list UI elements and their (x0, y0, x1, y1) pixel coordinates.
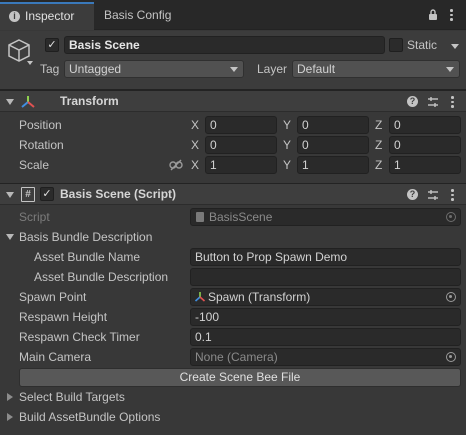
tag-dropdown[interactable]: Untagged (64, 60, 244, 78)
cube-dropdown-icon[interactable] (27, 61, 33, 65)
spawn-point-label: Spawn Point (19, 290, 87, 304)
script-enabled-checkbox[interactable]: ✓ (40, 187, 54, 201)
static-label: Static (407, 38, 438, 52)
transform-header[interactable]: Transform ? (0, 90, 466, 112)
foldout-closed-icon[interactable] (7, 413, 13, 421)
rotation-label: Rotation (19, 138, 64, 152)
script-component-header[interactable]: # ✓ Basis Scene (Script) ? (0, 183, 466, 205)
bundle-description-foldout[interactable]: Basis Bundle Description (19, 227, 152, 247)
select-build-targets-foldout[interactable]: Select Build Targets (19, 387, 125, 407)
script-component-title: Basis Scene (Script) (60, 187, 177, 201)
help-icon[interactable]: ? (407, 96, 418, 107)
component-menu-icon[interactable] (450, 96, 454, 108)
spawn-point-value: Spawn (Transform) (208, 290, 311, 304)
position-label: Position (19, 118, 62, 132)
scale-z-field[interactable]: 1 (389, 156, 461, 174)
layer-value: Default (297, 62, 336, 76)
respawn-check-timer-label: Respawn Check Timer (19, 330, 140, 344)
axis-y-label[interactable]: Y (283, 135, 291, 155)
layer-label: Layer (257, 62, 288, 76)
foldout-closed-icon[interactable] (7, 393, 13, 401)
gameobject-active-checkbox[interactable]: ✓ (45, 38, 59, 52)
axis-z-label[interactable]: Z (375, 155, 382, 175)
tag-label: Tag (40, 62, 60, 76)
asset-bundle-name-field[interactable]: Button to Prop Spawn Demo (190, 248, 461, 266)
position-y-field[interactable]: 0 (297, 116, 369, 134)
asset-bundle-description-label: Asset Bundle Description (34, 270, 169, 284)
build-assetbundle-options-foldout[interactable]: Build AssetBundle Options (19, 407, 160, 427)
tab-inspector-label: Inspector (25, 9, 75, 23)
rotation-y-field[interactable]: 0 (297, 136, 369, 154)
script-reference-field: BasisScene (190, 208, 461, 226)
script-file-icon (196, 212, 204, 222)
tab-menu-icon[interactable] (449, 9, 453, 21)
axis-z-label[interactable]: Z (375, 115, 382, 135)
respawn-height-field[interactable]: -100 (190, 308, 461, 326)
asset-bundle-description-field[interactable] (190, 268, 461, 286)
object-picker-icon[interactable] (446, 352, 456, 362)
scale-y-field[interactable]: 1 (297, 156, 369, 174)
main-camera-field[interactable]: None (Camera) (190, 348, 461, 366)
preset-icon[interactable] (427, 96, 439, 108)
info-icon: i (9, 11, 20, 22)
scale-label: Scale (19, 158, 50, 172)
axis-x-label[interactable]: X (191, 115, 199, 135)
chevron-down-icon (446, 67, 454, 72)
scale-x-field[interactable]: 1 (205, 156, 277, 174)
gameobject-name-field[interactable]: Basis Scene (64, 36, 385, 54)
create-scene-file-button[interactable]: Create Scene Bee File (19, 368, 461, 387)
axis-y-label[interactable]: Y (283, 115, 291, 135)
rotation-x-field[interactable]: 0 (205, 136, 277, 154)
create-scene-file-label: Create Scene Bee File (179, 370, 301, 384)
foldout-open-icon[interactable] (6, 234, 14, 240)
position-x-field[interactable]: 0 (205, 116, 277, 134)
gameobject-header: ✓ Basis Scene Static Tag Untagged Layer … (0, 31, 466, 90)
respawn-check-timer-field[interactable]: 0.1 (190, 328, 461, 346)
static-checkbox[interactable] (389, 38, 403, 52)
tab-basis-config-label: Basis Config (104, 8, 172, 22)
component-menu-icon[interactable] (450, 189, 454, 201)
spawn-point-field[interactable]: Spawn (Transform) (190, 288, 461, 306)
static-dropdown-icon[interactable] (451, 44, 459, 49)
lock-icon[interactable] (428, 9, 438, 20)
preset-icon[interactable] (427, 189, 439, 201)
axis-x-label[interactable]: X (191, 135, 199, 155)
axis-z-label[interactable]: Z (375, 135, 382, 155)
tag-value: Untagged (69, 62, 122, 76)
link-icon[interactable] (169, 159, 183, 171)
tab-inspector[interactable]: i Inspector (0, 2, 94, 30)
asset-bundle-name-label: Asset Bundle Name (34, 250, 141, 264)
transform-title: Transform (60, 94, 119, 108)
rotation-z-field[interactable]: 0 (389, 136, 461, 154)
foldout-open-icon (6, 99, 14, 105)
main-camera-label: Main Camera (19, 350, 92, 364)
tab-bar: i Inspector Basis Config (0, 0, 466, 30)
main-camera-value: None (Camera) (195, 350, 278, 364)
tab-basis-config[interactable]: Basis Config (96, 2, 196, 30)
chevron-down-icon (230, 67, 238, 72)
help-icon[interactable]: ? (407, 189, 418, 200)
script-reference-value: BasisScene (209, 210, 273, 224)
csharp-script-icon: # (21, 187, 35, 202)
object-picker-icon (446, 212, 456, 222)
axis-y-label[interactable]: Y (283, 155, 291, 175)
transform-icon (20, 95, 36, 109)
object-picker-icon[interactable] (446, 292, 456, 302)
layer-dropdown[interactable]: Default (292, 60, 460, 78)
script-label: Script (19, 210, 50, 224)
respawn-height-label: Respawn Height (19, 310, 108, 324)
position-z-field[interactable]: 0 (389, 116, 461, 134)
axis-x-label[interactable]: X (191, 155, 199, 175)
foldout-open-icon (6, 192, 14, 198)
transform-icon (194, 291, 206, 303)
